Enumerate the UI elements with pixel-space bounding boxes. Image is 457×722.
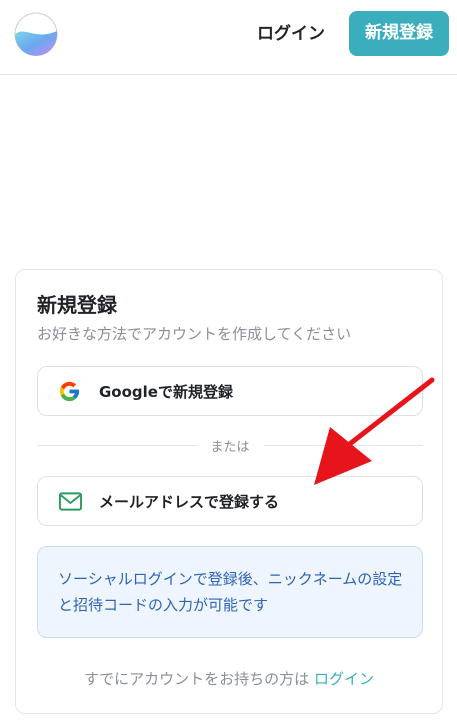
info-notice: ソーシャルログインで登録後、ニックネームの設定と招待コードの入力が可能です bbox=[37, 546, 423, 638]
email-signup-button[interactable]: メールアドレスで登録する bbox=[37, 476, 423, 526]
app-logo[interactable] bbox=[13, 11, 59, 57]
email-signup-label: メールアドレスで登録する bbox=[99, 493, 280, 511]
footer-login-prompt: すでにアカウントをお持ちの方は ログイン bbox=[16, 668, 442, 689]
signup-card: 新規登録 お好きな方法でアカウントを作成してください Googleで新規登録 ま… bbox=[15, 269, 443, 714]
google-signup-button[interactable]: Googleで新規登録 bbox=[37, 366, 423, 416]
google-icon bbox=[59, 381, 80, 402]
header-signup-button[interactable]: 新規登録 bbox=[349, 11, 449, 56]
divider-line-left bbox=[37, 445, 197, 446]
top-header: ログイン 新規登録 bbox=[0, 0, 457, 75]
divider-text: または bbox=[210, 440, 250, 455]
footer-prefix-text: すでにアカウントをお持ちの方は bbox=[84, 670, 310, 688]
header-login-link[interactable]: ログイン bbox=[246, 22, 336, 46]
google-signup-label: Googleで新規登録 bbox=[99, 383, 233, 401]
divider-line-right bbox=[264, 445, 423, 446]
footer-login-link[interactable]: ログイン bbox=[314, 670, 374, 688]
card-subtitle: お好きな方法でアカウントを作成してください bbox=[37, 325, 352, 343]
card-title: 新規登録 bbox=[37, 293, 117, 317]
mail-icon bbox=[59, 492, 82, 511]
info-notice-text: ソーシャルログインで登録後、ニックネームの設定と招待コードの入力が可能です bbox=[58, 570, 403, 614]
